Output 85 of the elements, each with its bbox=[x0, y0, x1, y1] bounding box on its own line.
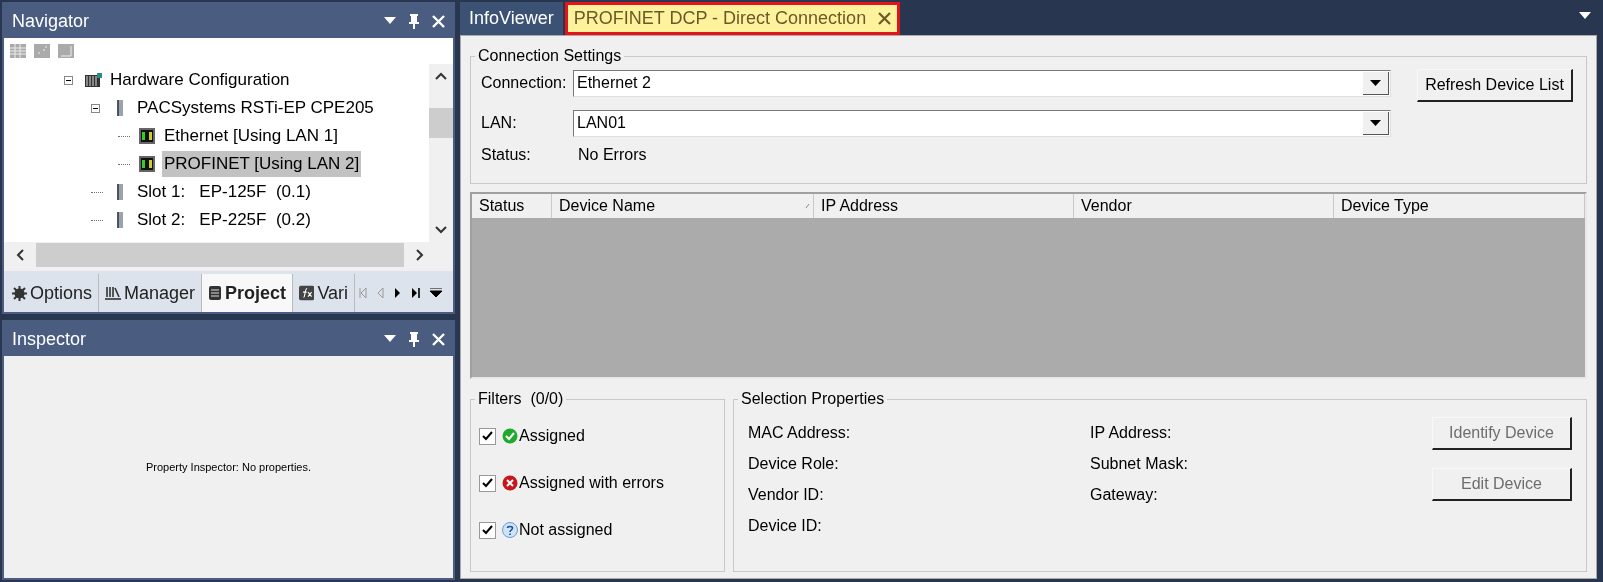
property-label: Vendor ID: bbox=[748, 485, 825, 504]
module-icon bbox=[115, 99, 125, 117]
pin-icon[interactable] bbox=[408, 13, 420, 29]
scroll-thumb[interactable] bbox=[429, 108, 453, 138]
network-port-icon bbox=[139, 156, 155, 172]
checkbox[interactable] bbox=[479, 521, 496, 539]
tab-label: PROFINET DCP - Direct Connection bbox=[573, 7, 867, 30]
dropdown-field[interactable]: LAN01 bbox=[573, 109, 1391, 137]
tree-item[interactable]: Ethernet [Using LAN 1] bbox=[162, 123, 340, 149]
status-value: No Errors bbox=[578, 145, 647, 165]
gear-icon bbox=[12, 285, 27, 301]
dropdown-arrow-icon[interactable] bbox=[1370, 119, 1381, 126]
field-label: Status: bbox=[481, 145, 532, 165]
column-header[interactable]: Device Name bbox=[552, 194, 814, 218]
column-header[interactable]: IP Address bbox=[814, 194, 1074, 218]
tab-label: Project bbox=[225, 281, 287, 305]
question-icon bbox=[502, 522, 518, 538]
dropdown-icon[interactable] bbox=[430, 288, 443, 298]
check-icon bbox=[482, 431, 493, 441]
tab-label: Manager bbox=[124, 281, 196, 305]
books-icon bbox=[105, 286, 122, 300]
property-label: Gateway: bbox=[1090, 485, 1159, 504]
scroll-down-icon[interactable] bbox=[435, 226, 447, 234]
module-icon bbox=[115, 183, 125, 201]
dropdown-field[interactable]: Ethernet 2 bbox=[573, 69, 1391, 97]
group-title: Selection Properties bbox=[741, 390, 885, 407]
document-tab[interactable]: InfoViewer bbox=[460, 2, 563, 35]
property-label: IP Address: bbox=[1090, 423, 1173, 442]
dropdown-icon[interactable] bbox=[384, 17, 396, 25]
column-header[interactable]: Status bbox=[472, 194, 552, 218]
property-label: Device Role: bbox=[748, 454, 840, 473]
tab-label: InfoViewer bbox=[469, 7, 554, 30]
tree-item[interactable]: PACSystems RSTi-EP CPE205 bbox=[135, 95, 376, 121]
checkmark-icon bbox=[502, 428, 518, 444]
checkbox[interactable] bbox=[479, 474, 496, 492]
check-icon bbox=[482, 478, 493, 488]
tree-item[interactable]: Slot 1: EP-125F (0.1) bbox=[135, 179, 313, 205]
checkbox-label: Assigned with errors bbox=[519, 473, 664, 493]
rack-icon bbox=[84, 72, 102, 88]
dropdown-arrow-icon[interactable] bbox=[1370, 79, 1381, 86]
tree-item[interactable]: Hardware Configuration bbox=[108, 67, 292, 93]
property-label: Device ID: bbox=[748, 516, 823, 535]
function-icon bbox=[299, 285, 315, 301]
panel-title: Navigator bbox=[11, 9, 90, 33]
scroll-up-icon[interactable] bbox=[435, 72, 447, 80]
tab-label: Options bbox=[30, 281, 93, 305]
column-header[interactable]: Vendor bbox=[1074, 194, 1334, 218]
push-button[interactable]: Refresh Device List bbox=[1417, 69, 1573, 102]
scroll-right-icon[interactable] bbox=[416, 248, 424, 261]
dropdown-value: LAN01 bbox=[576, 113, 627, 133]
empty-message: Property Inspector: No properties. bbox=[145, 459, 312, 475]
close-icon[interactable] bbox=[878, 12, 892, 25]
panel-tab[interactable]: Project bbox=[202, 274, 294, 312]
panel-title: Inspector bbox=[11, 327, 87, 351]
group-title: Connection Settings bbox=[478, 47, 622, 64]
document-tab[interactable]: PROFINET DCP - Direct Connection bbox=[564, 2, 901, 35]
network-port-icon bbox=[139, 128, 155, 144]
dropdown-icon[interactable] bbox=[1579, 12, 1591, 19]
dropdown-icon[interactable] bbox=[384, 335, 396, 343]
error-icon bbox=[502, 475, 518, 491]
dropdown-value: Ethernet 2 bbox=[576, 73, 652, 93]
property-label: Subnet Mask: bbox=[1090, 454, 1189, 473]
pin-icon[interactable] bbox=[408, 331, 420, 347]
collapse-icon[interactable] bbox=[64, 75, 73, 85]
list-icon bbox=[208, 285, 223, 301]
check-icon bbox=[482, 525, 493, 535]
sort-icon bbox=[805, 203, 810, 209]
checkbox-label: Not assigned bbox=[519, 520, 613, 540]
field-label: Connection: bbox=[481, 73, 568, 93]
tab-label: Vari bbox=[317, 281, 349, 305]
property-label: MAC Address: bbox=[748, 423, 852, 442]
checkbox[interactable] bbox=[479, 427, 496, 445]
field-label: LAN: bbox=[481, 113, 518, 133]
column-header[interactable]: Device Type bbox=[1334, 194, 1585, 218]
scroll-thumb[interactable] bbox=[36, 242, 404, 267]
collapse-icon[interactable] bbox=[91, 103, 100, 113]
tree-item[interactable]: PROFINET [Using LAN 2] bbox=[162, 151, 362, 177]
last-icon[interactable] bbox=[411, 287, 421, 299]
group-title: Filters (0/0) bbox=[478, 390, 564, 407]
module-icon bbox=[115, 211, 125, 229]
checkbox-label: Assigned bbox=[519, 426, 585, 446]
vertical-scrollbar[interactable] bbox=[429, 64, 453, 242]
scroll-left-icon[interactable] bbox=[16, 248, 24, 261]
tree-item[interactable]: Slot 2: EP-225F (0.2) bbox=[135, 207, 313, 233]
next-icon[interactable] bbox=[394, 287, 402, 299]
